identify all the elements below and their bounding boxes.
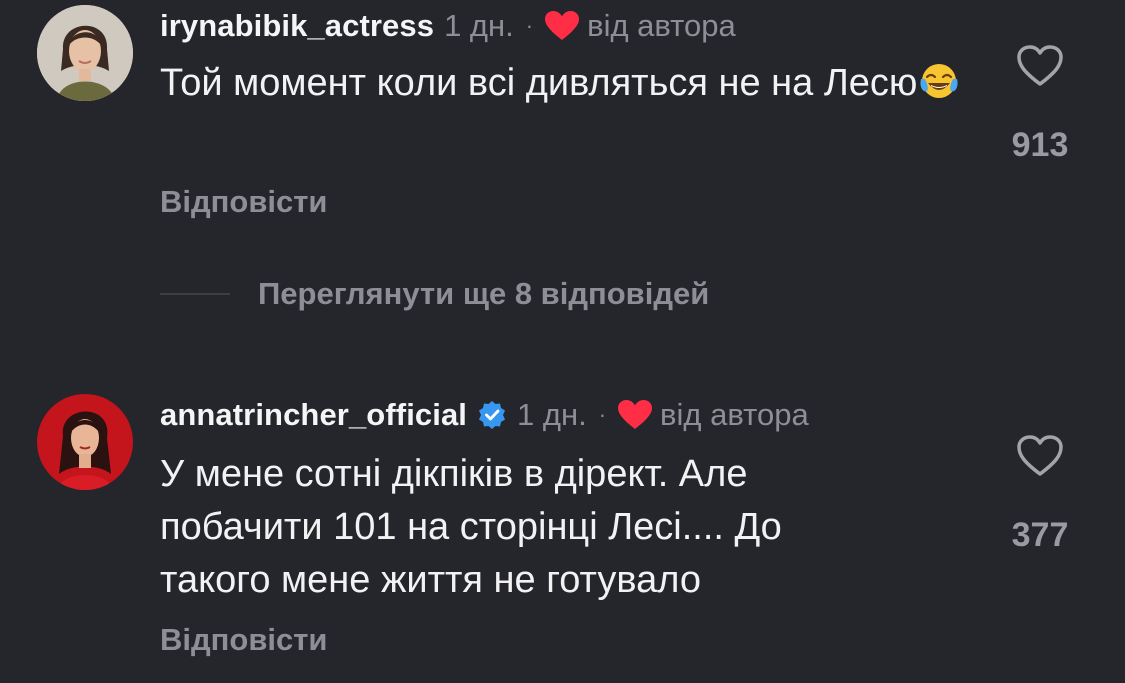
like-block: 377 (1000, 434, 1080, 555)
timestamp: 1 дн. (444, 8, 514, 43)
liked-by-author-heart-icon (545, 11, 580, 41)
comment-header: irynabibik_actress 1 дн. · від автора (160, 4, 736, 48)
comment-text: У мене сотні дікпіків в дірект. Але поба… (160, 453, 782, 601)
heart-outline-icon[interactable] (1016, 44, 1064, 88)
reply-button[interactable]: Відповісти (160, 622, 328, 658)
timestamp: 1 дн. (517, 397, 587, 432)
avatar[interactable] (37, 394, 133, 490)
view-more-replies-label: Переглянути ще 8 відповідей (258, 276, 710, 311)
author-label: від автора (587, 8, 736, 43)
author-label: від автора (660, 397, 809, 432)
avatar[interactable] (37, 5, 133, 101)
verified-badge-icon (477, 400, 507, 430)
separator-dot: · (525, 13, 534, 38)
comment-text: Той момент коли всі дивляться не на Лесю (160, 57, 980, 110)
view-more-replies-button[interactable]: Переглянути ще 8 відповідей (160, 272, 709, 316)
thread-line (160, 293, 230, 295)
username[interactable]: annatrincher_official (160, 397, 467, 433)
like-block: 913 (1000, 44, 1080, 165)
face-with-tears-of-joy-emoji-icon (919, 61, 959, 101)
reply-button[interactable]: Відповісти (160, 184, 328, 220)
username[interactable]: irynabibik_actress (160, 8, 434, 44)
like-count: 377 (1011, 516, 1069, 554)
comment-text-body: Той момент коли всі дивляться не на Лесю (160, 62, 918, 104)
liked-by-author-heart-icon (618, 400, 653, 430)
heart-outline-icon[interactable] (1016, 434, 1064, 478)
comment-header: annatrincher_official 1 дн. · від автора (160, 393, 809, 437)
like-count: 913 (1011, 126, 1069, 164)
separator-dot: · (598, 402, 607, 427)
avatar-image (37, 394, 133, 490)
avatar-image (37, 5, 133, 101)
